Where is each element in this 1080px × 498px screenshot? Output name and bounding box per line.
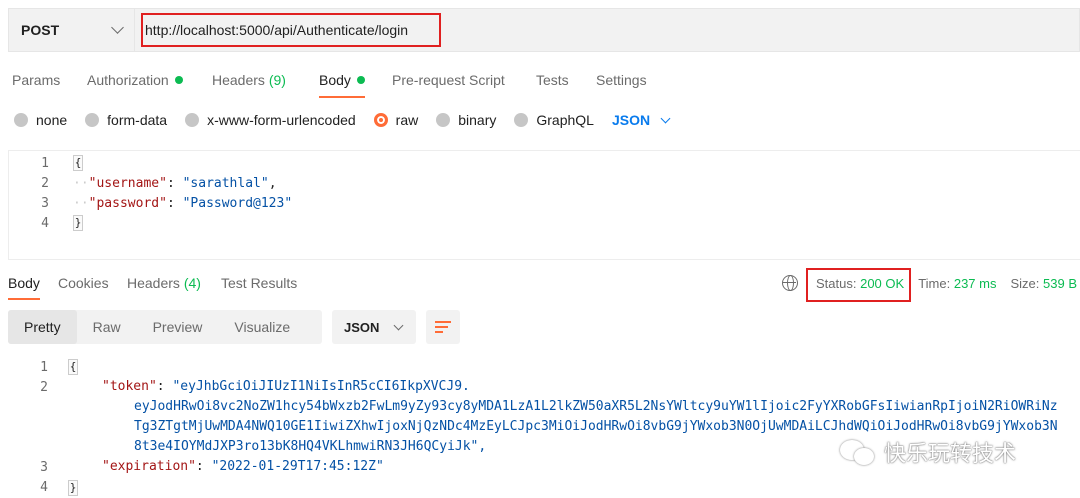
radio-graphql[interactable]: GraphQL (514, 112, 594, 128)
line-number: 3 (40, 460, 48, 475)
radio-selected-icon (373, 113, 388, 127)
size-value: 539 B (1043, 275, 1077, 291)
tab-tests[interactable]: Tests (536, 62, 569, 98)
radio-circle-icon (514, 113, 529, 127)
line-number: 2 (40, 380, 48, 395)
radio-none[interactable]: none (14, 112, 67, 128)
response-toolbar: Pretty Raw Preview Visualize JSON (8, 310, 460, 344)
time-value: 237 ms (953, 275, 997, 291)
view-visualize[interactable]: Visualize (218, 310, 306, 344)
code-line-expiration: "expiration": "2022-01-29T17:45:12Z" (102, 458, 384, 474)
watermark: 快乐玩转技术 (838, 436, 1016, 468)
tab-response-body[interactable]: Body (8, 266, 40, 300)
body-type-selector: none form-data x-www-form-urlencoded raw… (14, 108, 671, 132)
body-indicator-dot (356, 76, 365, 84)
response-format-dropdown[interactable]: JSON (332, 310, 416, 344)
wrap-lines-icon (435, 326, 448, 328)
size-label: Size: (1010, 275, 1040, 291)
watermark-text: 快乐玩转技术 (884, 442, 1017, 467)
chevron-down-icon (660, 113, 671, 123)
radio-raw[interactable]: raw (373, 112, 418, 128)
radio-circle-icon (436, 113, 451, 127)
code-line-token-cont-1: eyJodHRwOi8vc2NoZW1hcy54bWxzb2FwLm9yZy93… (134, 398, 1058, 414)
method-label: POST (21, 22, 60, 38)
line-number: 2 (41, 176, 49, 191)
code-line-token: "token": "eyJhbGciOiJIUzI1NiIsInR5cCI6Ik… (102, 378, 470, 394)
code-line-username: ·· "username": "sarathlal", (73, 175, 277, 191)
radio-circle-icon (14, 113, 28, 127)
view-raw[interactable]: Raw (77, 310, 137, 344)
request-body-editor[interactable]: 1 2 3 4 { ·· "username": "sarathlal", ·· "… (8, 150, 1080, 260)
radio-binary[interactable]: binary (436, 112, 496, 128)
brace-close: } (73, 215, 83, 231)
view-preview[interactable]: Preview (137, 310, 219, 344)
authorization-indicator-dot (174, 76, 183, 84)
tab-headers[interactable]: Headers (9) (212, 62, 286, 98)
wechat-icon (838, 438, 878, 466)
url-highlight-box (141, 13, 441, 47)
response-view-selector: Pretty Raw Preview Visualize (8, 310, 322, 344)
radio-circle-icon (185, 113, 200, 127)
view-pretty[interactable]: Pretty (8, 310, 77, 344)
tab-pre-request-script[interactable]: Pre-request Script (392, 62, 505, 98)
radio-form-data[interactable]: form-data (85, 112, 167, 128)
wrap-lines-icon (435, 331, 443, 333)
line-number: 1 (41, 156, 49, 171)
response-headers-count: (4) (183, 275, 201, 291)
tab-settings[interactable]: Settings (596, 62, 647, 98)
tab-body[interactable]: Body (319, 62, 365, 98)
line-number: 4 (41, 216, 49, 231)
radio-circle-icon (85, 113, 100, 127)
line-number: 1 (40, 360, 48, 375)
tab-authorization[interactable]: Authorization (87, 62, 183, 98)
chevron-down-icon (393, 320, 404, 330)
brace-open: { (68, 359, 78, 375)
wrap-lines-icon (435, 321, 451, 323)
brace-close: } (68, 480, 78, 496)
code-line-password: ·· "password": "Password@123" (73, 195, 293, 211)
line-number: 4 (40, 480, 48, 495)
tab-cookies[interactable]: Cookies (58, 266, 109, 300)
tab-params[interactable]: Params (12, 62, 60, 98)
response-body-viewer[interactable]: 1 2 3 4 { "token": "eyJhbGciOiJIUzI1NiIs… (0, 356, 1080, 498)
tab-response-headers[interactable]: Headers (4) (127, 266, 201, 300)
code-line-token-cont-3: 8t3e4IOYMdJXP3ro13bK8HQ4VKLhmwiRN3JH6QCy… (134, 438, 487, 454)
wrap-lines-button[interactable] (426, 310, 460, 344)
status-highlight-box (806, 268, 911, 302)
code-line-token-cont-2: Tg3ZTgtMjUwMDA4NWQ10GE1IiwiZXhwIjoxNjQzN… (134, 418, 1058, 434)
headers-count: (9) (268, 72, 286, 88)
tab-test-results[interactable]: Test Results (221, 266, 297, 300)
time-label: Time: (918, 275, 951, 291)
line-number: 3 (41, 196, 49, 211)
globe-icon[interactable] (782, 275, 798, 291)
radio-x-www-form-urlencoded[interactable]: x-www-form-urlencoded (185, 112, 356, 128)
body-format-dropdown[interactable]: JSON (612, 112, 671, 128)
chevron-down-icon (111, 21, 124, 34)
brace-open: { (73, 155, 83, 171)
method-dropdown[interactable]: POST (8, 8, 134, 52)
